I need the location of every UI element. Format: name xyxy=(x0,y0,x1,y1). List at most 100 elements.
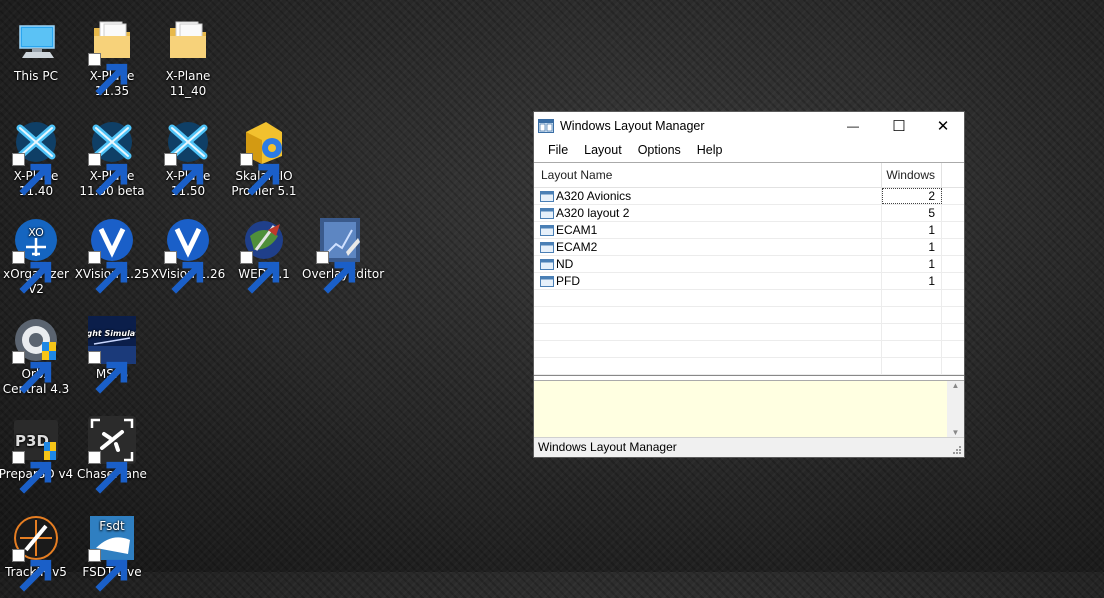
list-row-a320-layout-2[interactable]: A320 layout 2 5 xyxy=(534,205,964,222)
shortcut-arrow-icon xyxy=(12,451,52,494)
desktop-icon-msfs[interactable]: Flight Simulator MSFS xyxy=(74,316,150,394)
desktop-icon-label: This PC xyxy=(14,69,58,83)
layout-window-icon xyxy=(540,241,554,253)
overlay-editor-icon xyxy=(316,216,364,294)
trackir-icon xyxy=(12,514,60,592)
desktop-icon-overlay-editor[interactable]: OverlayEditor xyxy=(302,216,384,294)
shortcut-arrow-icon xyxy=(240,153,280,196)
chaseplane-icon xyxy=(88,416,136,494)
layout-window-count: 1 xyxy=(882,222,942,238)
xplane-icon xyxy=(12,118,60,196)
xorganizer-icon: XO xyxy=(12,216,60,294)
layout-name-cell: A320 layout 2 xyxy=(534,205,882,221)
layout-name: ECAM2 xyxy=(556,240,598,254)
scroll-down-icon[interactable]: ▼ xyxy=(952,428,960,437)
layout-list[interactable]: Layout Name Windows A320 Avionics 2 A320… xyxy=(534,162,964,376)
desktop-icon-orbx-central[interactable]: Orbx Central 4.3 xyxy=(0,316,74,397)
desktop-icon-xvision-125[interactable]: XVision 1.25 xyxy=(74,216,150,294)
shortcut-arrow-icon xyxy=(88,153,128,196)
notes-textarea[interactable]: ▲ ▼ xyxy=(534,380,964,437)
shortcut-arrow-icon xyxy=(164,251,204,294)
menu-options[interactable]: Options xyxy=(630,143,689,157)
shortcut-arrow-icon xyxy=(164,153,204,196)
wed-icon xyxy=(240,216,288,294)
resize-grip-icon[interactable] xyxy=(952,445,962,455)
shortcut-arrow-icon xyxy=(88,451,128,494)
notes-scrollbar[interactable]: ▲ ▼ xyxy=(947,381,964,437)
list-row-ecam2[interactable]: ECAM2 1 xyxy=(534,239,964,256)
list-row-nd[interactable]: ND 1 xyxy=(534,256,964,273)
layout-window-icon xyxy=(540,258,554,270)
layout-window-count: 1 xyxy=(882,256,942,272)
layout-name-cell: PFD xyxy=(534,273,882,289)
shortcut-arrow-icon xyxy=(316,251,356,294)
list-header: Layout Name Windows xyxy=(534,163,964,188)
window-title: Windows Layout Manager xyxy=(560,118,705,133)
shortcut-arrow-icon xyxy=(12,153,52,196)
close-button[interactable]: ✕ xyxy=(920,112,966,139)
folder-icon xyxy=(164,18,212,66)
menu-layout[interactable]: Layout xyxy=(576,143,630,157)
layout-window-icon xyxy=(540,207,554,219)
empty-row xyxy=(534,358,964,375)
maximize-button[interactable]: ☐ xyxy=(876,112,922,139)
minimize-icon: — xyxy=(847,118,859,133)
empty-row xyxy=(534,307,964,324)
layout-name: A320 Avionics xyxy=(556,189,632,203)
xplane-icon xyxy=(164,118,212,196)
menu-bar: File Layout Options Help xyxy=(534,139,964,161)
app-window-icon xyxy=(538,118,554,133)
minimize-button[interactable]: — xyxy=(830,112,876,139)
list-row-ecam1[interactable]: ECAM1 1 xyxy=(534,222,964,239)
shortcut-arrow-icon xyxy=(12,251,52,294)
fsdt-icon: Fsdt xyxy=(88,514,136,592)
layout-window-icon xyxy=(540,275,554,287)
scroll-up-icon[interactable]: ▲ xyxy=(952,381,960,390)
desktop-icon-xorganizer[interactable]: XO xOrganizer V2 xyxy=(0,216,74,297)
desktop-icon-xplane-1140[interactable]: X-Plane 11.40 xyxy=(0,118,74,199)
desktop-icon-trackir[interactable]: TrackIR v5 xyxy=(0,514,74,592)
status-text: Windows Layout Manager xyxy=(538,440,677,454)
desktop-icon-this-pc[interactable]: This PC xyxy=(0,18,74,84)
desktop-icon-xplane-1150-beta[interactable]: X-Plane 11.50 beta xyxy=(74,118,150,199)
shortcut-arrow-icon xyxy=(88,351,128,394)
column-header-windows[interactable]: Windows xyxy=(882,163,942,187)
status-bar: Windows Layout Manager xyxy=(534,437,964,457)
xvision-icon xyxy=(88,216,136,294)
list-row-pfd[interactable]: PFD 1 xyxy=(534,273,964,290)
desktop-icon-chaseplane[interactable]: ChasePlane xyxy=(74,416,150,494)
fsdt-logo-text: Fsdt xyxy=(99,519,125,533)
desktop-icon-xplane-1150[interactable]: X-Plane 11.50 xyxy=(150,118,226,199)
prepar3d-icon: P3D xyxy=(12,416,60,494)
empty-row xyxy=(534,341,964,358)
desktop-icon-xvision-126[interactable]: XVision 1.26 xyxy=(150,216,226,294)
shortcut-arrow-icon xyxy=(88,549,128,592)
layout-window-icon xyxy=(540,224,554,236)
xplane-icon xyxy=(88,118,136,196)
desktop-icon-xplane-1135[interactable]: X-Plane 11.35 xyxy=(74,18,150,99)
windows-layout-manager-window[interactable]: Windows Layout Manager — ☐ ✕ File Layout… xyxy=(533,111,965,458)
msfs-icon: Flight Simulator xyxy=(88,316,136,394)
layout-name-cell: ND xyxy=(534,256,882,272)
p3d-logo-text: P3D xyxy=(15,432,49,450)
layout-name-cell: A320 Avionics xyxy=(534,188,882,204)
layout-name: PFD xyxy=(556,274,580,288)
desktop-icon-wed[interactable]: WED 2.1 xyxy=(226,216,302,294)
layout-window-icon xyxy=(540,190,554,202)
layout-name: ND xyxy=(556,257,574,271)
desktop-icon-fsdt-live[interactable]: Fsdt FSDT Live xyxy=(74,514,150,592)
desktop-icon-skalarkio-profiler[interactable]: SkalarkIO Profiler 5.1 xyxy=(226,118,302,199)
close-icon: ✕ xyxy=(936,117,950,135)
empty-row xyxy=(534,324,964,341)
menu-file[interactable]: File xyxy=(540,143,576,157)
layout-window-count: 5 xyxy=(882,205,942,221)
msfs-logo-text: Flight Simulator xyxy=(88,329,136,338)
desktop-icon-xplane-11-40-folder[interactable]: X-Plane 11_40 xyxy=(150,18,226,99)
shortcut-arrow-icon xyxy=(240,251,280,294)
column-header-layout-name[interactable]: Layout Name xyxy=(534,163,882,187)
shortcut-arrow-icon xyxy=(12,351,52,394)
title-bar[interactable]: Windows Layout Manager — ☐ ✕ xyxy=(534,112,964,139)
menu-help[interactable]: Help xyxy=(689,143,731,157)
list-row-a320-avionics[interactable]: A320 Avionics 2 xyxy=(534,188,964,205)
desktop-icon-prepar3d[interactable]: P3D Prepar3D v4 xyxy=(0,416,74,494)
